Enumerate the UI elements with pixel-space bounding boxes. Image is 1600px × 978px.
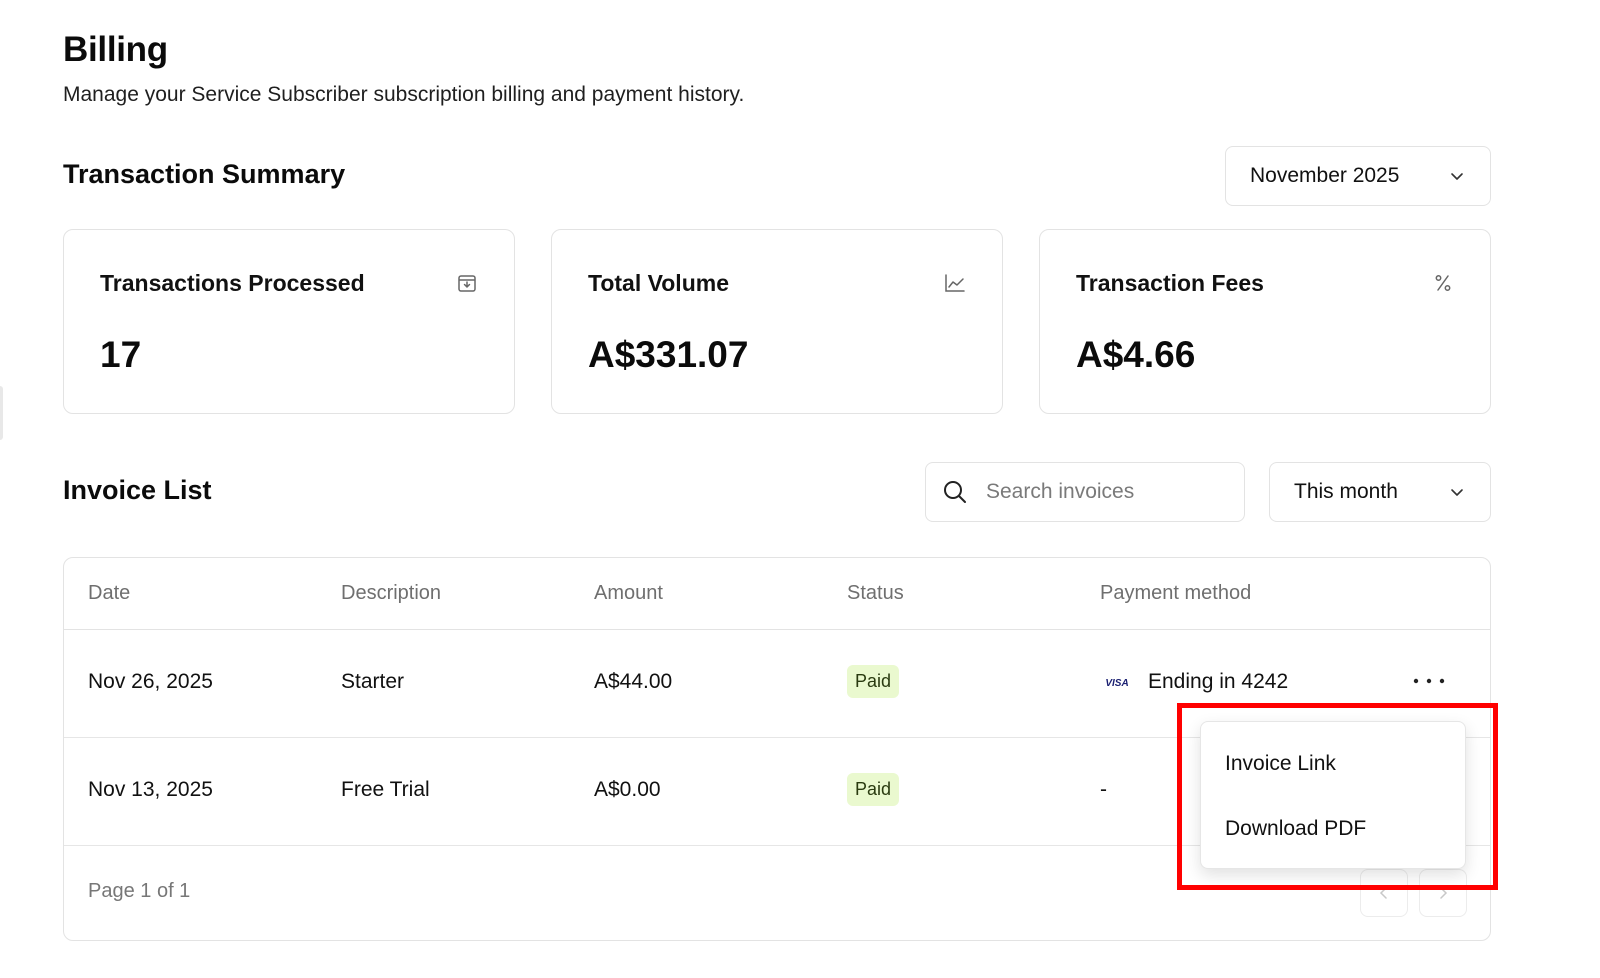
- transaction-summary-title: Transaction Summary: [63, 159, 346, 189]
- search-input[interactable]: [986, 480, 1236, 504]
- date-range-value: This month: [1294, 480, 1398, 503]
- chevron-down-icon: [1448, 167, 1466, 185]
- download-pdf-menu-item[interactable]: Download PDF: [1225, 817, 1366, 841]
- visa-card-icon: VISA: [1100, 675, 1134, 689]
- chevron-left-icon: [1379, 887, 1387, 899]
- more-actions-button[interactable]: [1409, 667, 1449, 695]
- column-header-payment-method: Payment method: [1100, 582, 1252, 604]
- invoice-amount: A$44.00: [594, 670, 673, 693]
- chevron-right-icon: [1440, 887, 1448, 899]
- svg-text:VISA: VISA: [1105, 678, 1128, 688]
- invoice-link-menu-item[interactable]: Invoice Link: [1225, 752, 1336, 776]
- table-header: Date Description Amount Status Payment m…: [64, 558, 1490, 630]
- month-select[interactable]: November 2025: [1225, 146, 1491, 206]
- invoice-amount: A$0.00: [594, 778, 661, 801]
- page-subtitle: Manage your Service Subscriber subscript…: [63, 83, 745, 106]
- payment-method-text: Ending in 4242: [1148, 670, 1289, 693]
- payment-method-text: -: [1100, 778, 1107, 801]
- card-value: A$331.07: [588, 334, 749, 375]
- search-icon: [942, 479, 968, 505]
- previous-page-button[interactable]: [1360, 869, 1408, 917]
- column-header-description: Description: [341, 582, 442, 604]
- sidebar-edge: [0, 386, 3, 440]
- card-label: Total Volume: [588, 270, 729, 296]
- line-chart-icon: [944, 272, 966, 294]
- invoice-description: Free Trial: [341, 778, 430, 801]
- column-header-status: Status: [847, 582, 904, 604]
- total-volume-card: Total Volume A$331.07: [551, 229, 1003, 414]
- transactions-processed-card: Transactions Processed 17: [63, 229, 515, 414]
- page-title: Billing: [63, 30, 168, 69]
- month-select-value: November 2025: [1250, 164, 1400, 187]
- column-header-date: Date: [88, 582, 131, 604]
- next-page-button[interactable]: [1419, 869, 1467, 917]
- payment-method: VISA Ending in 4242: [1100, 670, 1288, 694]
- card-label: Transactions Processed: [100, 270, 365, 296]
- invoice-description: Starter: [341, 670, 405, 693]
- card-label: Transaction Fees: [1076, 270, 1264, 296]
- invoice-actions-menu: Invoice Link Download PDF: [1200, 721, 1466, 869]
- more-horizontal-icon: [1413, 678, 1445, 684]
- invoice-list-title: Invoice List: [63, 475, 212, 505]
- chevron-down-icon: [1448, 483, 1466, 501]
- invoice-date: Nov 13, 2025: [88, 778, 213, 801]
- invoice-date: Nov 26, 2025: [88, 670, 213, 693]
- archive-download-icon: [456, 272, 478, 294]
- status-badge: Paid: [847, 773, 900, 806]
- billing-page: Billing Manage your Service Subscriber s…: [0, 0, 1600, 978]
- percent-icon: [1432, 272, 1454, 294]
- card-value: A$4.66: [1076, 334, 1196, 375]
- date-range-select[interactable]: This month: [1269, 462, 1491, 522]
- search-box[interactable]: [925, 462, 1245, 522]
- column-header-amount: Amount: [594, 582, 663, 604]
- status-badge: Paid: [847, 665, 900, 698]
- pagination-label: Page 1 of 1: [88, 880, 191, 902]
- card-value: 17: [100, 334, 142, 375]
- transaction-fees-card: Transaction Fees A$4.66: [1039, 229, 1491, 414]
